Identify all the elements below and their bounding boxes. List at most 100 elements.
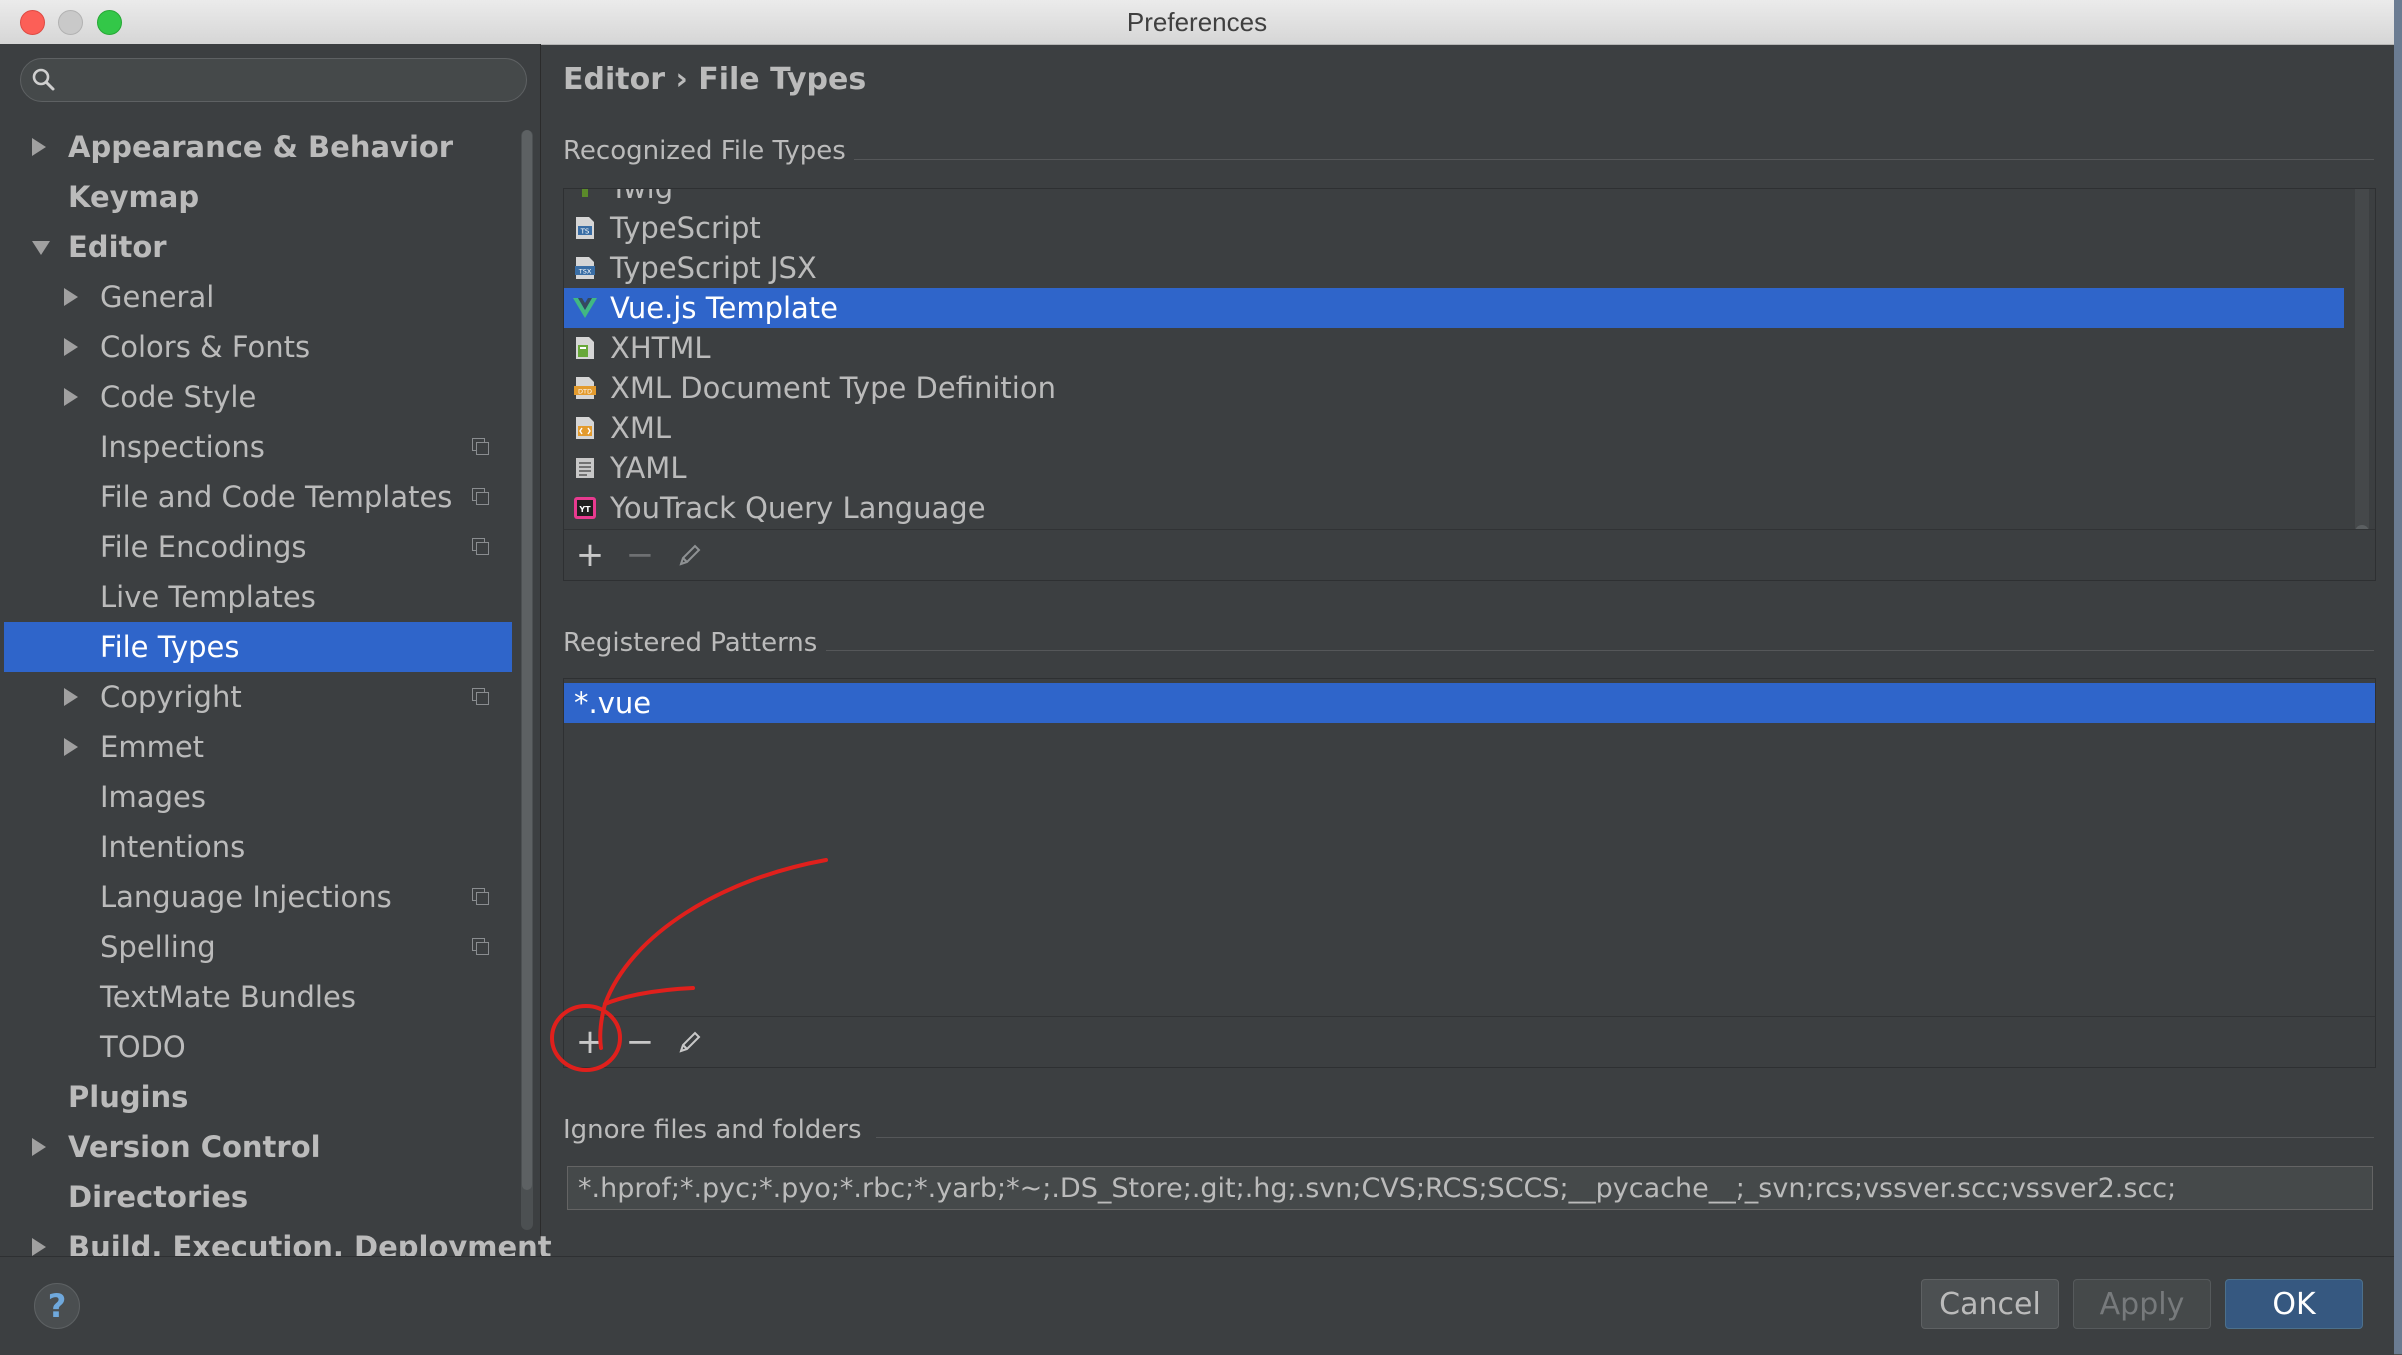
pencil-icon [679,1031,701,1053]
help-button[interactable]: ? [34,1283,80,1329]
section-divider [876,1137,2374,1138]
chevron-down-icon[interactable] [32,241,50,255]
sidebar-item[interactable]: Language Injections [4,872,512,922]
file-type-row[interactable]: TSX TypeScript JSX [564,248,2344,288]
sidebar-item[interactable]: File Types [4,622,512,672]
ok-button[interactable]: OK [2225,1279,2363,1329]
xml-icon [576,417,594,439]
ignore-files-input[interactable]: *.hprof;*.pyc;*.pyo;*.rbc;*.yarb;*~;.DS_… [567,1166,2373,1210]
pencil-icon [679,544,701,566]
sidebar-item[interactable]: Colors & Fonts [4,322,512,372]
recognized-list-scrollbar[interactable] [2355,189,2369,575]
remove-pattern-button[interactable]: − [620,1017,660,1067]
section-divider [826,650,2374,651]
sidebar-item[interactable]: Copyright [4,672,512,722]
window-title: Preferences [1126,7,1268,37]
sidebar-item-label: Directories [68,1180,249,1214]
dialog-button-bar: ? Cancel Apply OK [0,1256,2394,1355]
sidebar-item[interactable]: Code Style [4,372,512,422]
sidebar-item-label: Colors & Fonts [100,330,311,364]
file-type-label: Vue.js Template [610,291,839,325]
chevron-right-icon[interactable] [64,688,78,706]
sidebar-item[interactable]: Keymap [4,172,512,222]
sidebar-item-label: General [100,280,215,314]
patterns-toolbar: + − [563,1016,2376,1068]
sidebar-item[interactable]: Plugins [4,1072,512,1122]
search-icon [32,68,55,91]
file-type-label: YouTrack Query Language [610,491,986,525]
xhtml-icon [576,337,594,359]
edit-file-type-button[interactable] [670,530,710,580]
project-scope-icon [472,688,489,705]
sidebar-item-label: Version Control [68,1130,321,1164]
sidebar-scrollbar-thumb[interactable] [522,130,532,1190]
chevron-right-icon[interactable] [64,288,78,306]
sidebar-item[interactable]: General [4,272,512,322]
sidebar-item-label: Copyright [100,680,242,714]
sidebar-item-label: Plugins [68,1080,189,1114]
sidebar-item-label: TODO [100,1030,186,1064]
file-type-row[interactable]: DTD XML Document Type Definition [564,368,2344,408]
file-type-row[interactable]: XML [564,408,2344,448]
sidebar-item[interactable]: File and Code Templates [4,472,512,522]
file-type-row[interactable]: Twig [564,188,2344,208]
sidebar-item[interactable]: Emmet [4,722,512,772]
sidebar-item-label: TextMate Bundles [100,980,356,1014]
file-type-label: TypeScript JSX [610,251,817,285]
sidebar-item-label: File Encodings [100,530,307,564]
preferences-window: Preferences Appearance & Behavior Keymap E… [0,0,2394,1355]
svg-text:TSX: TSX [578,268,592,276]
sidebar-item-label: Editor [68,230,167,264]
sidebar-item-label: Spelling [100,930,216,964]
chevron-right-icon[interactable] [64,388,78,406]
registered-patterns-label: Registered Patterns [563,628,818,658]
file-type-row[interactable]: YAML [564,448,2344,488]
settings-search-input[interactable] [20,58,527,102]
file-type-row[interactable]: XHTML [564,328,2344,368]
settings-sidebar: Appearance & Behavior Keymap Editor General… [0,44,552,1264]
file-type-label: XML [610,411,672,445]
file-type-label: Twig [610,188,674,205]
file-type-row[interactable]: Vue.js Template [564,288,2344,328]
edit-pattern-button[interactable] [670,1017,710,1067]
remove-file-type-button[interactable]: − [620,530,660,580]
project-scope-icon [472,538,489,555]
sidebar-item[interactable]: TextMate Bundles [4,972,512,1022]
svg-text:TS: TS [580,228,590,236]
svg-text:DTD: DTD [578,388,592,396]
chevron-right-icon[interactable] [64,338,78,356]
sidebar-item-label: Emmet [100,730,205,764]
file-type-label: TypeScript [610,211,761,245]
sidebar-item[interactable]: Live Templates [4,572,512,622]
cancel-button[interactable]: Cancel [1921,1279,2059,1329]
title-bar: Preferences [0,0,2394,45]
project-scope-icon [472,438,489,455]
sidebar-item[interactable]: Spelling [4,922,512,972]
chevron-right-icon[interactable] [32,138,46,156]
sidebar-item[interactable]: File Encodings [4,522,512,572]
sidebar-item[interactable]: Directories [4,1172,512,1222]
chevron-right-icon[interactable] [64,738,78,756]
file-type-row[interactable]: TS TypeScript [564,208,2344,248]
file-type-row[interactable]: YT YouTrack Query Language [564,488,2344,528]
sidebar-item[interactable]: TODO [4,1022,512,1072]
sidebar-item[interactable]: Appearance & Behavior [4,122,512,172]
add-pattern-button[interactable]: + [570,1017,610,1067]
sidebar-item[interactable]: Intentions [4,822,512,872]
recognized-toolbar: + − [563,529,2376,581]
registered-patterns-list[interactable]: *.vue [563,678,2376,1066]
chevron-right-icon[interactable] [32,1138,46,1156]
sidebar-item[interactable]: Editor [4,222,512,272]
chevron-right-icon[interactable] [32,1238,46,1256]
twig-icon [582,189,588,197]
sidebar-item[interactable]: Images [4,772,512,822]
apply-button[interactable]: Apply [2073,1279,2211,1329]
recognized-file-types-list[interactable]: YT YouTrack Query Language YAML XML DTD XML D… [563,188,2376,576]
dtd-icon: DTD [574,377,596,399]
add-file-type-button[interactable]: + [570,530,610,580]
typescript-icon: TS [576,217,594,239]
ignore-files-label: Ignore files and folders [563,1115,862,1145]
sidebar-item[interactable]: Inspections [4,422,512,472]
sidebar-item[interactable]: Version Control [4,1122,512,1172]
pattern-row[interactable]: *.vue [564,683,2375,723]
